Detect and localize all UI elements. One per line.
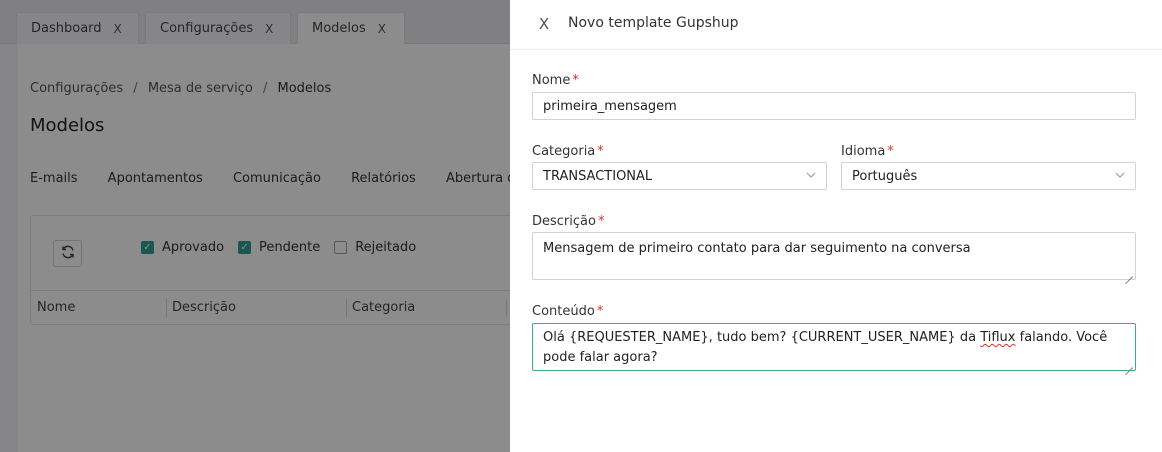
- category-select[interactable]: TRANSACTIONAL: [532, 162, 827, 190]
- name-label-text: Nome: [532, 73, 571, 88]
- category-select-value: TRANSACTIONAL: [543, 168, 653, 184]
- content-label: Conteúdo *: [532, 304, 603, 319]
- chevron-down-icon: [806, 170, 816, 180]
- drawer-title: Novo template Gupshup: [568, 15, 739, 31]
- required-mark: *: [887, 144, 894, 159]
- new-template-drawer: X Novo template Gupshup Nome * primeira_m…: [510, 0, 1162, 452]
- modal-backdrop[interactable]: [0, 0, 510, 452]
- chevron-down-icon: [1115, 170, 1125, 180]
- category-label: Categoria *: [532, 144, 604, 159]
- description-label-text: Descrição: [532, 214, 596, 229]
- language-select[interactable]: Português: [841, 162, 1136, 190]
- category-label-text: Categoria: [532, 144, 596, 159]
- spellcheck-word: Tiflux: [980, 330, 1016, 345]
- resize-handle-icon[interactable]: [1125, 360, 1133, 368]
- language-select-value: Português: [852, 168, 918, 184]
- content-textarea-value: Olá {REQUESTER_NAME}, tudo bem? {CURRENT…: [543, 328, 1125, 368]
- required-mark: *: [572, 73, 579, 88]
- required-mark: *: [596, 304, 604, 319]
- content-text-part1: Olá {REQUESTER_NAME}, tudo bem? {CURRENT…: [543, 330, 981, 345]
- required-mark: *: [597, 214, 605, 229]
- close-button[interactable]: X: [536, 14, 552, 34]
- description-textarea-value: Mensagem de primeiro contato para dar se…: [543, 241, 971, 256]
- language-label-text: Idioma: [841, 144, 886, 159]
- content-label-text: Conteúdo: [532, 304, 595, 319]
- required-mark: *: [597, 144, 604, 159]
- description-label: Descrição *: [532, 214, 604, 229]
- name-input[interactable]: primeira_mensagem: [532, 92, 1136, 120]
- name-input-value: primeira_mensagem: [543, 98, 677, 114]
- resize-handle-icon[interactable]: [1125, 269, 1133, 277]
- close-icon: X: [538, 15, 550, 33]
- drawer-header: X Novo template Gupshup: [510, 0, 1162, 50]
- content-textarea[interactable]: Olá {REQUESTER_NAME}, tudo bem? {CURRENT…: [532, 323, 1136, 371]
- description-textarea[interactable]: Mensagem de primeiro contato para dar se…: [532, 232, 1136, 280]
- language-label: Idioma *: [841, 144, 894, 159]
- name-label: Nome *: [532, 73, 579, 88]
